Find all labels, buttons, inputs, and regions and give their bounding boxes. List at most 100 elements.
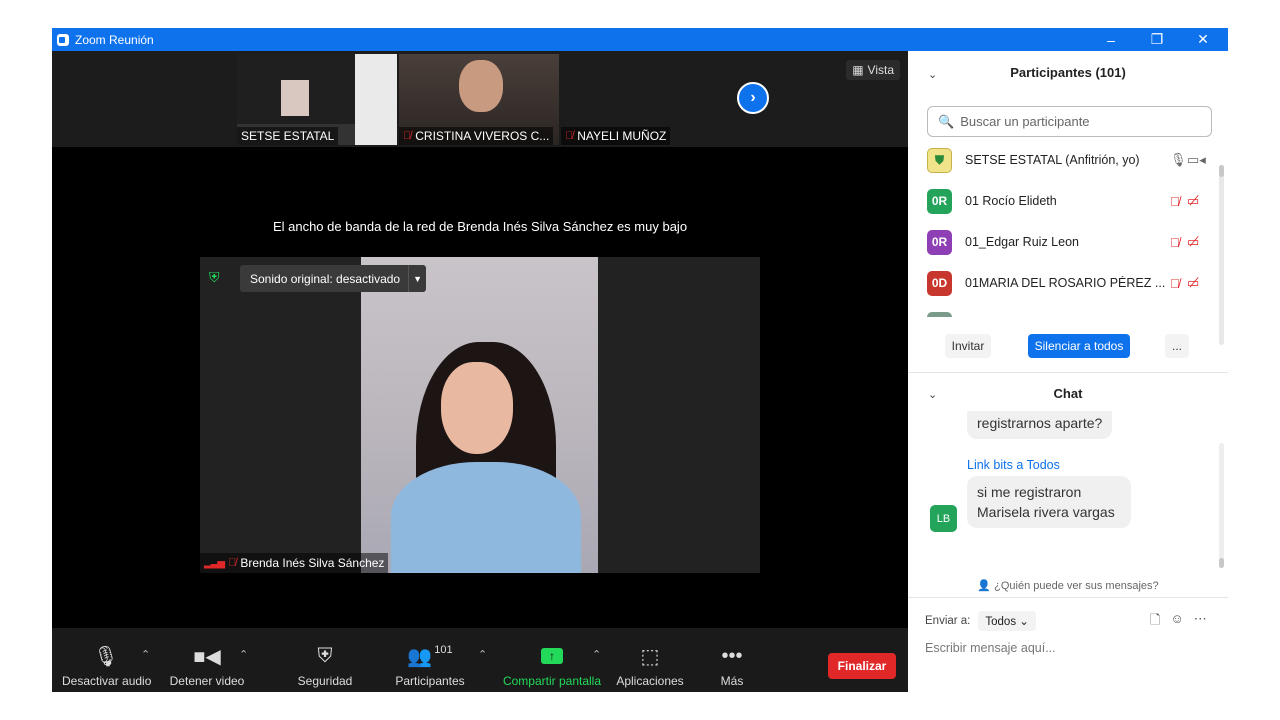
more-button[interactable]: ••• Más — [712, 644, 752, 689]
participants-options-caret[interactable]: ⌃ — [478, 648, 487, 661]
video-off-icon[interactable]: ▭̸ — [1187, 275, 1199, 291]
thumb-name: SETSE ESTATAL — [237, 127, 339, 145]
close-button[interactable]: ✕ — [1180, 28, 1226, 51]
participants-count: 101 — [434, 644, 453, 656]
apps-icon: ⬚ — [640, 645, 660, 668]
thumb-cristina[interactable]: 🎙̸ CRISTINA VIVEROS C... — [399, 54, 559, 145]
muted-mic-icon: 🎙̸ — [403, 130, 412, 142]
chat-divider — [908, 597, 1228, 598]
security-button[interactable]: ⛨ Seguridad — [290, 644, 360, 689]
video-camera-icon: ■◀ — [193, 645, 221, 668]
doc-preview — [355, 54, 397, 145]
original-sound-label: Sonido original: desactivado — [250, 271, 401, 286]
share-screen-icon: ↑ — [500, 644, 604, 668]
people-icon: 👥 101 — [407, 644, 453, 668]
chat-tools: 🗋 ☺ ⋯ — [1150, 611, 1207, 633]
share-screen-label: Compartir pantalla — [502, 674, 602, 688]
chat-sender: Link bits a Todos — [967, 458, 1060, 472]
send-to-row: Enviar a: Todos ⌄ — [925, 611, 1036, 631]
thumb-name: 🎙̸ CRISTINA VIVEROS C... — [399, 127, 554, 145]
chevron-down-icon[interactable]: ▼ — [408, 265, 426, 292]
stop-video-button[interactable]: ■◀ Detener video — [167, 644, 247, 689]
send-to-label: Enviar a: — [925, 615, 971, 627]
signal-bars-icon: ▂▃▅ — [204, 557, 225, 569]
video-options-caret[interactable]: ⌃ — [239, 648, 248, 661]
share-screen-button[interactable]: ↑ Compartir pantalla — [500, 644, 604, 688]
more-dots-icon[interactable]: ⋯ — [1194, 611, 1207, 633]
muted-mic-icon: 🎙̸ — [228, 557, 237, 569]
chat-message: si me registraron Marisela rivera vargas — [967, 476, 1131, 528]
restore-button[interactable]: ❐ — [1134, 28, 1180, 51]
video-off-icon[interactable]: ▭̸ — [1187, 234, 1199, 250]
chat-scrollbar[interactable] — [1219, 443, 1224, 568]
participant-row[interactable]: ⛊ SETSE ESTATAL (Anfitrión, yo) 🎙 ▭◂ — [927, 145, 1212, 175]
participant-row[interactable]: 0R 01 Rocío Elideth 🎙̸ ▭̸ — [927, 186, 1212, 216]
face-shape — [441, 362, 513, 454]
mute-audio-button[interactable]: 🎙 Desactivar audio — [62, 644, 152, 689]
participants-scrollbar[interactable] — [1219, 165, 1224, 345]
view-button[interactable]: ▦ Vista — [846, 60, 900, 80]
muted-mic-icon[interactable]: 🎙̸ — [1170, 276, 1180, 291]
chat-message-input[interactable]: Escribir mensaje aquí... — [925, 641, 1056, 655]
active-speaker-video[interactable]: ⛨ Sonido original: desactivado ▼ ▂▃▅ 🎙̸ … — [200, 257, 760, 573]
participant-search-input[interactable]: 🔍 Buscar un participante — [927, 106, 1212, 137]
meeting-toolbar: 🎙 Desactivar audio ⌃ ■◀ Detener video ⌃ … — [52, 628, 908, 692]
avatar: 0R — [927, 188, 952, 214]
grid-icon: ▦ — [852, 63, 864, 77]
thumb-name: 🎙̸ NAYELI MUÑOZ — [561, 127, 671, 145]
thumb-nayeli[interactable]: 🎙̸ NAYELI MUÑOZ — [561, 54, 721, 145]
participant-row[interactable]: 0D 01MARIA DEL ROSARIO PÉREZ ... 🎙̸ ▭̸ — [927, 268, 1212, 298]
mute-all-button[interactable]: Silenciar a todos — [1028, 334, 1130, 358]
who-can-see-label: ¿Quién puede ver sus mensajes? — [994, 580, 1159, 592]
scrollbar-thumb[interactable] — [1219, 558, 1224, 568]
original-sound-button[interactable]: Sonido original: desactivado ▼ — [240, 265, 427, 292]
scrollbar-thumb[interactable] — [1219, 165, 1224, 177]
muted-mic-icon[interactable]: 🎙̸ — [1170, 194, 1180, 209]
avatar: 0R — [927, 229, 952, 255]
participant-name: 01MARIA DEL ROSARIO PÉREZ ... — [965, 276, 1165, 290]
microphone-icon: 🎙 — [93, 645, 119, 668]
search-placeholder: Buscar un participante — [960, 114, 1090, 129]
video-camera-icon[interactable]: ▭◂ — [1187, 152, 1206, 168]
chat-message-previous: registrarnos aparte? — [967, 411, 1113, 439]
thumb-setse-estatal[interactable]: SETSE ESTATAL — [237, 54, 397, 145]
chat-message-line: Marisela rivera vargas — [977, 504, 1115, 520]
side-panel: ⌄ Participantes (101) 🔍 Buscar un partic… — [908, 51, 1228, 692]
filmstrip: SETSE ESTATAL 🎙̸ CRISTINA VIVEROS C... 🎙̸… — [52, 51, 908, 147]
title-bar: Zoom Reunión – ❐ ✕ — [52, 28, 1228, 51]
shield-check-icon: ⛨ — [209, 269, 220, 285]
window-title: Zoom Reunión — [75, 32, 154, 47]
mute-audio-label: Desactivar audio — [62, 674, 152, 688]
who-can-see-messages[interactable]: 👤 ¿Quién puede ver sus mensajes? — [908, 579, 1228, 592]
end-meeting-button[interactable]: Finalizar — [828, 653, 896, 679]
minimize-button[interactable]: – — [1088, 28, 1134, 51]
participants-more-button[interactable]: ... — [1165, 334, 1189, 358]
apps-button[interactable]: ⬚ Aplicaciones — [614, 644, 686, 689]
shield-icon: ⛨ — [317, 644, 333, 667]
participants-button[interactable]: 👥 101 Participantes — [392, 644, 468, 688]
body-shape — [391, 462, 581, 573]
stop-video-label: Detener video — [169, 674, 245, 688]
more-dots-icon: ••• — [721, 644, 743, 667]
avatar — [927, 311, 952, 317]
participant-face — [459, 60, 503, 112]
share-options-caret[interactable]: ⌃ — [592, 648, 601, 661]
next-page-button[interactable]: › — [737, 82, 769, 114]
zoom-window: Zoom Reunión – ❐ ✕ SETSE ESTATAL 🎙̸ CRIST… — [52, 28, 1228, 692]
emoji-icon[interactable]: ☺ — [1170, 611, 1183, 633]
muted-mic-icon[interactable]: 🎙̸ — [1170, 235, 1180, 250]
security-label: Seguridad — [297, 674, 353, 688]
participant-row-partial[interactable] — [927, 309, 1212, 317]
speaker-video-feed — [361, 257, 598, 573]
chat-title: Chat — [1053, 386, 1083, 401]
video-off-icon[interactable]: ▭̸ — [1187, 193, 1199, 209]
file-icon[interactable]: 🗋 — [1150, 611, 1160, 633]
participant-row[interactable]: 0R 01_Edgar Ruiz Leon 🎙̸ ▭̸ — [927, 227, 1212, 257]
audio-options-caret[interactable]: ⌃ — [141, 648, 150, 661]
invite-button[interactable]: Invitar — [945, 334, 991, 358]
microphone-icon[interactable]: 🎙 — [1170, 152, 1187, 168]
avatar: 0D — [927, 270, 952, 296]
send-to-dropdown[interactable]: Todos ⌄ — [978, 611, 1036, 631]
participants-title: Participantes (101) — [1010, 65, 1126, 80]
muted-mic-icon: 🎙̸ — [565, 130, 574, 142]
